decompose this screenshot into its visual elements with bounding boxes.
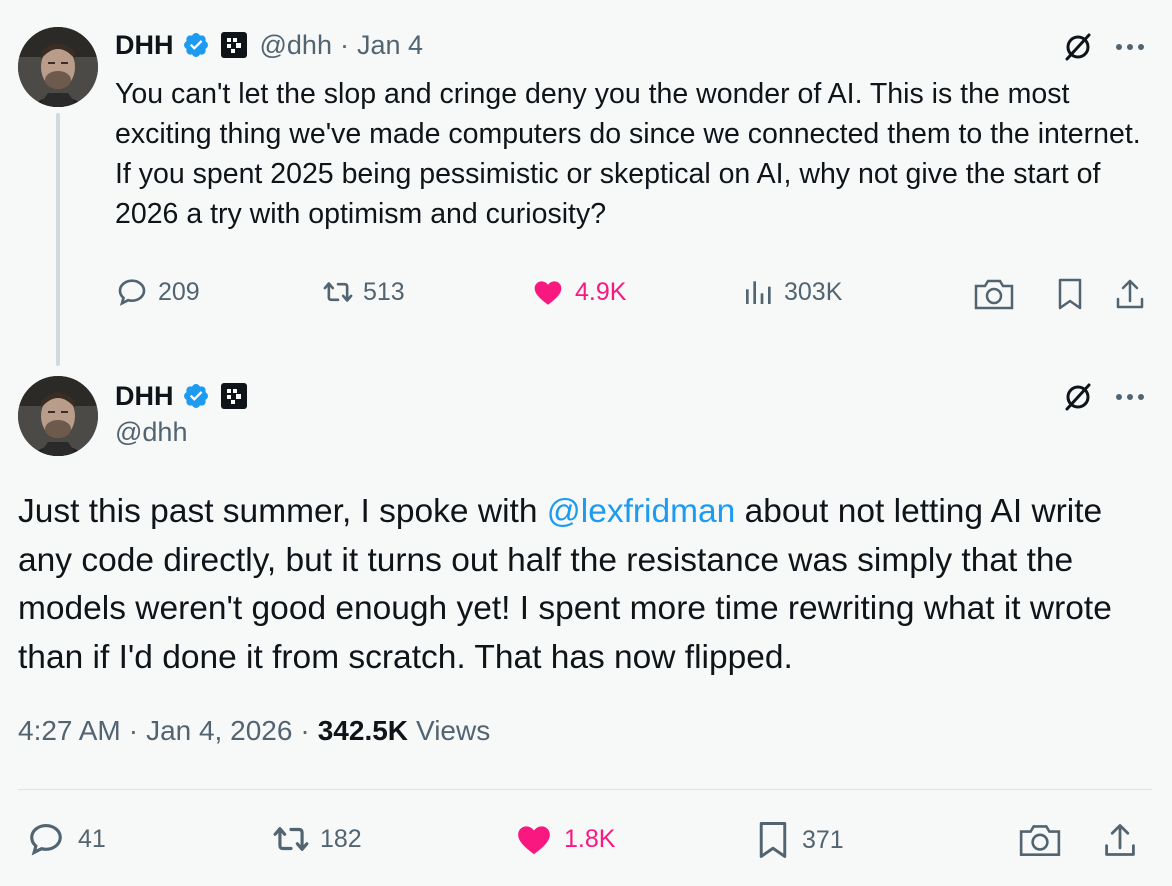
repost-icon (323, 282, 353, 302)
author-handle[interactable]: @dhh (260, 30, 332, 61)
views-icon (746, 281, 771, 304)
separator-dot: · (128, 715, 139, 746)
like-icon (534, 281, 562, 305)
grok-icon[interactable] (1058, 30, 1098, 64)
bookmark-icon[interactable] (1052, 276, 1088, 312)
bookmark-button[interactable]: 371 (756, 820, 844, 860)
tweet2-text: Just this past summer, I spoke with @lex… (18, 488, 1158, 682)
like-count: 1.8K (564, 824, 616, 853)
repost-button[interactable]: 182 (270, 820, 362, 858)
mention-link[interactable]: @lexfridman (547, 493, 736, 530)
reply-button[interactable]: 209 (116, 276, 200, 308)
reply-icon (30, 823, 62, 856)
tweet1-header: DHH @dhh · Jan 4 (115, 25, 423, 65)
more-icon[interactable] (1110, 380, 1150, 414)
reply-count: 41 (78, 824, 106, 853)
separator-dot: · (300, 715, 310, 746)
reply-count: 209 (158, 277, 200, 306)
repost-count: 513 (363, 277, 405, 306)
thread-connector-line (56, 113, 60, 366)
separator-dot: · (339, 29, 349, 60)
repost-icon (273, 827, 309, 851)
author-name[interactable]: DHH (115, 30, 174, 61)
share-icon[interactable] (1112, 276, 1148, 312)
author-handle[interactable]: @dhh (115, 417, 187, 448)
tweet2-header: DHH (115, 376, 248, 416)
divider (18, 789, 1152, 790)
tweet1-text: You can't let the slop and cringe deny y… (115, 78, 1141, 230)
camera-icon[interactable] (972, 276, 1016, 312)
avatar-photo (18, 376, 98, 456)
like-icon (518, 826, 550, 855)
author-name[interactable]: DHH (115, 381, 174, 412)
post-meta: 4:27 AM · Jan 4, 2026 · 342.5K Views (18, 715, 490, 747)
post-date[interactable]: Jan 4 (357, 30, 423, 61)
verified-badge-icon[interactable] (182, 382, 210, 410)
post-thread-view: DHH @dhh · Jan 4 You can't let the slop … (0, 0, 1172, 886)
tweet-text-part: Just this past summer, I spoke with (18, 493, 547, 530)
like-count: 4.9K (575, 277, 627, 306)
bookmark-count: 371 (802, 825, 844, 854)
repost-button[interactable]: 513 (321, 276, 405, 308)
avatar[interactable] (18, 27, 98, 107)
views-count: 342.5K (317, 715, 409, 746)
avatar[interactable] (18, 376, 98, 456)
views-count: 303K (784, 277, 843, 306)
like-button[interactable]: 4.9K (531, 276, 626, 308)
affiliation-badge-icon[interactable] (220, 382, 248, 410)
views-button[interactable]: 303K (742, 276, 842, 308)
grok-icon[interactable] (1058, 380, 1098, 414)
camera-icon[interactable] (1016, 820, 1064, 860)
views-label: Views (416, 715, 491, 746)
post-full-date[interactable]: Jan 4, 2026 (146, 715, 292, 747)
post-time[interactable]: 4:27 AM (18, 715, 121, 747)
bookmark-icon (759, 822, 787, 858)
avatar-photo (18, 27, 98, 107)
like-button[interactable]: 1.8K (514, 820, 615, 858)
share-icon[interactable] (1100, 820, 1140, 860)
affiliation-badge-icon[interactable] (220, 31, 248, 59)
verified-badge-icon[interactable] (182, 31, 210, 59)
reply-icon (118, 279, 146, 306)
more-icon[interactable] (1110, 30, 1150, 64)
repost-count: 182 (320, 824, 362, 853)
reply-button[interactable]: 41 (26, 820, 106, 858)
